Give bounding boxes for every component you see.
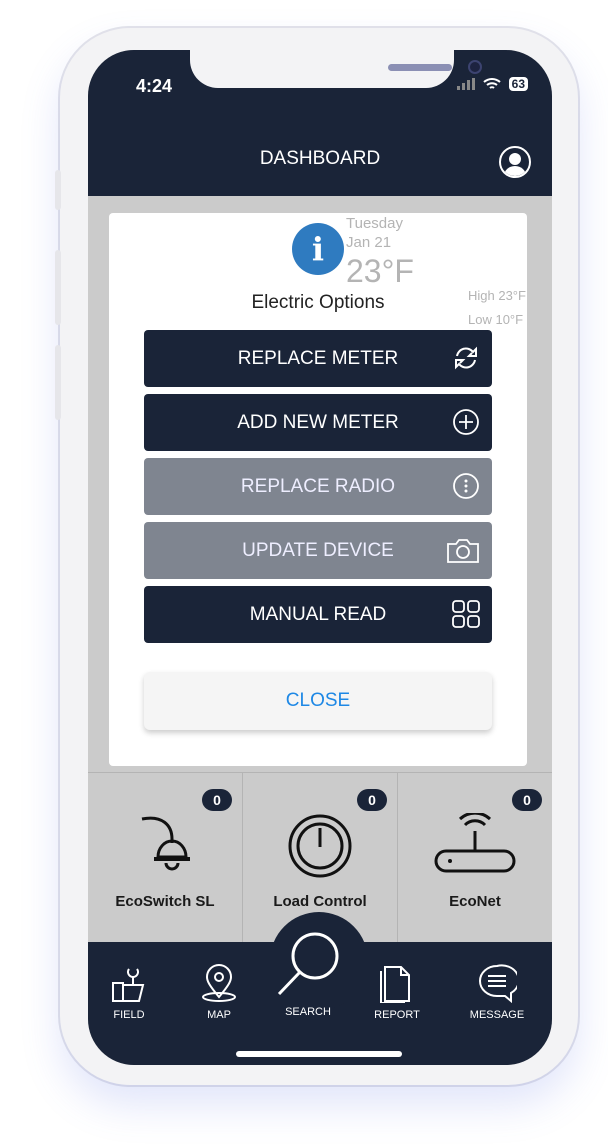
button-label: MANUAL READ	[249, 603, 387, 625]
update-device-button[interactable]: UPDATE DEVICE	[144, 522, 492, 579]
nav-label: REPORT	[374, 1009, 420, 1021]
profile-icon[interactable]	[499, 146, 531, 178]
weather-low: Low 10°F	[468, 312, 524, 327]
nav-label: MESSAGE	[469, 1009, 525, 1021]
tile-ecoswitch[interactable]: 0 EcoSwitch SL	[88, 773, 243, 942]
search-icon	[277, 932, 339, 996]
weather-high: High 23°F	[468, 288, 526, 303]
button-label: ADD NEW METER	[237, 411, 399, 433]
grid-icon	[452, 600, 480, 628]
camera-icon	[447, 539, 479, 563]
phone-side-button	[55, 345, 61, 420]
wifi-icon	[482, 78, 501, 89]
status-icons: 63	[456, 77, 528, 91]
close-button[interactable]: CLOSE	[144, 672, 492, 730]
count-badge: 0	[512, 789, 542, 811]
plus-circle-icon	[453, 409, 479, 435]
info-icon: i	[292, 223, 344, 275]
refresh-icon	[455, 346, 477, 370]
camera	[468, 60, 482, 74]
nav-label: MAP	[207, 1009, 231, 1021]
weather-temp: 23°F	[346, 253, 414, 289]
screen: 4:24 63 DASHBOARD nexgrid Tuesday Jan 21…	[88, 50, 552, 1065]
phone-side-button	[55, 170, 61, 210]
router-icon	[434, 813, 516, 873]
tile-label: Load Control	[273, 893, 367, 910]
tile-label: EcoNet	[449, 893, 501, 910]
button-label: REPLACE RADIO	[240, 475, 396, 497]
tile-econet[interactable]: 0 EcoNet	[398, 773, 552, 942]
nav-map[interactable]: MAP	[174, 963, 264, 1021]
nav-field[interactable]: FIELD	[88, 963, 174, 1021]
manual-read-button[interactable]: MANUAL READ	[144, 586, 492, 643]
street-light-icon	[141, 816, 190, 871]
status-time: 4:24	[136, 76, 173, 96]
nav-label: FIELD	[113, 1009, 145, 1021]
nav-message[interactable]: MESSAGE	[452, 963, 542, 1021]
report-icon	[380, 966, 410, 1003]
message-icon	[479, 964, 517, 1003]
add-new-meter-button[interactable]: ADD NEW METER	[144, 394, 492, 451]
notch	[190, 50, 482, 88]
tile-label: EcoSwitch SL	[115, 893, 215, 910]
power-icon	[288, 814, 352, 878]
button-label: REPLACE METER	[237, 347, 399, 369]
nav-label: SEARCH	[285, 1006, 331, 1018]
phone-side-button	[55, 250, 61, 325]
replace-meter-button[interactable]: REPLACE METER	[144, 330, 492, 387]
count-badge: 0	[202, 789, 232, 811]
signal-icon	[456, 78, 475, 90]
speaker	[388, 64, 452, 71]
page-title: DASHBOARD	[259, 148, 381, 169]
battery-indicator: 63	[508, 77, 528, 91]
electric-options-dialog: i Electric Options REPLACE METER ADD NEW…	[109, 213, 527, 766]
app-header: 4:24 63 DASHBOARD	[88, 50, 552, 196]
button-label: UPDATE DEVICE	[242, 539, 394, 561]
count-badge: 0	[357, 789, 387, 811]
field-icon	[112, 968, 145, 1002]
weather-date: Jan 21	[346, 234, 392, 251]
replace-radio-button[interactable]: REPLACE RADIO	[144, 458, 492, 515]
more-vertical-icon	[453, 473, 479, 499]
dialog-title: Electric Options	[251, 292, 385, 313]
weather-day: Tuesday	[346, 215, 403, 232]
nav-search[interactable]: SEARCH	[263, 930, 353, 1018]
map-pin-icon	[202, 964, 236, 1002]
nav-report[interactable]: REPORT	[352, 963, 442, 1021]
home-indicator[interactable]	[236, 1051, 402, 1057]
